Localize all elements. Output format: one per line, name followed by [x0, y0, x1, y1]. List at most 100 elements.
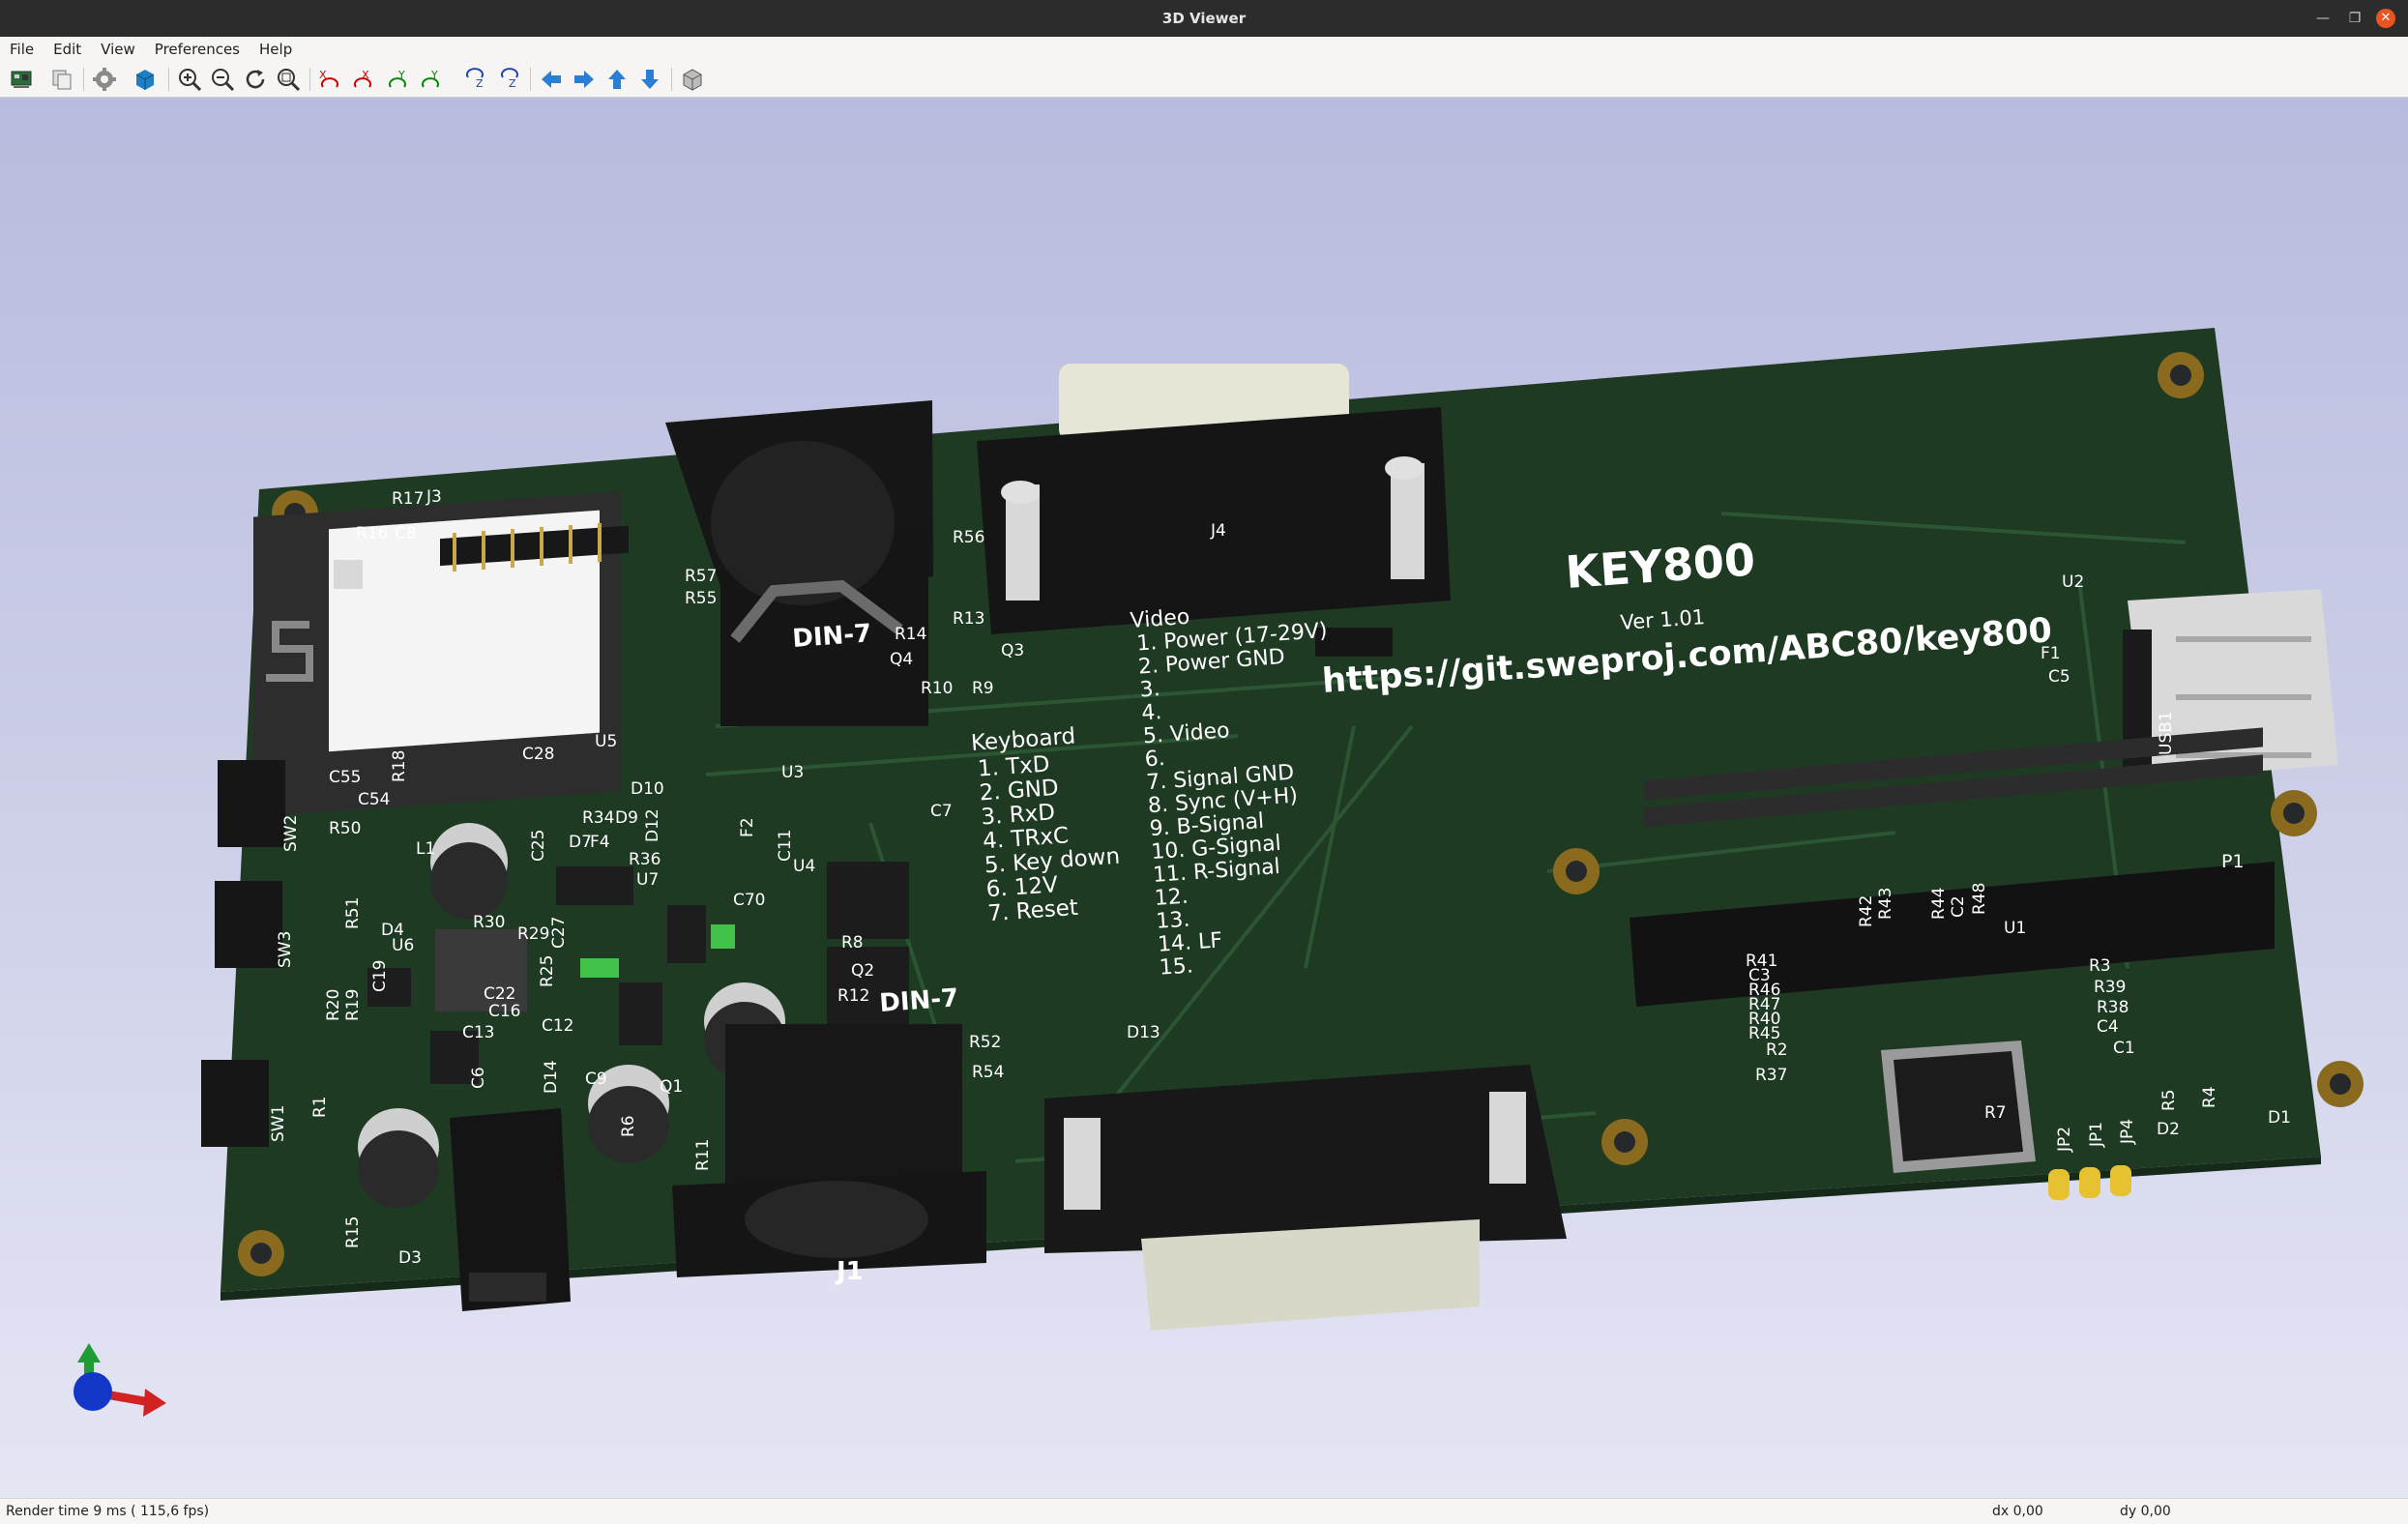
- menu-bar: File Edit View Preferences Help: [0, 37, 2408, 63]
- ref-label: R5: [2159, 1089, 2179, 1111]
- ref-label: R2: [1766, 1040, 1788, 1060]
- rotate-y-cw-icon[interactable]: Y: [385, 66, 412, 93]
- ref-label: R29: [517, 924, 549, 944]
- ref-label: C28: [522, 745, 555, 764]
- ref-label: R38: [2097, 998, 2129, 1017]
- ref-label: R18: [390, 750, 409, 782]
- j4-label: J4: [1210, 521, 1226, 541]
- rotate-x-cw-icon[interactable]: X: [317, 66, 344, 93]
- menu-help[interactable]: Help: [250, 37, 302, 62]
- j1-label: J1: [835, 1257, 864, 1286]
- ref-label: R9: [972, 679, 994, 698]
- ref-label: JP1: [2087, 1122, 2106, 1148]
- video-pin: 15.: [1159, 953, 1194, 980]
- ref-label: R36: [629, 850, 661, 869]
- ref-label: R25: [538, 955, 557, 987]
- reload-board-icon[interactable]: [8, 66, 35, 93]
- ref-label: R10: [921, 679, 953, 698]
- 3d-viewport[interactable]: KEY800 Ver 1.01 https://git.sweproj.com/…: [0, 98, 2408, 1498]
- ref-label: L1: [416, 839, 435, 859]
- maximize-icon[interactable]: ❐: [2345, 9, 2364, 28]
- video-pin: 13.: [1156, 908, 1191, 934]
- ref-label: SW3: [276, 931, 295, 968]
- refresh-icon[interactable]: [242, 66, 269, 93]
- ref-label: R17: [392, 489, 424, 509]
- ref-label: C2: [1949, 895, 1968, 918]
- ref-label: U3: [781, 763, 804, 782]
- toolbar: X X Y Y Z Z: [0, 62, 2408, 98]
- ref-label: C5: [2048, 667, 2070, 687]
- ref-label: U1: [2004, 919, 2026, 938]
- ref-label: D2: [2157, 1120, 2180, 1139]
- ref-label: R48: [1970, 883, 1989, 915]
- rotate-x-ccw-icon[interactable]: X: [348, 66, 375, 93]
- ref-label: R19: [343, 989, 363, 1021]
- db15-connector-d13: [1044, 1065, 1567, 1331]
- raytrace-icon[interactable]: [132, 66, 159, 93]
- ref-label: R50: [329, 819, 361, 838]
- ref-label: J3: [426, 487, 442, 507]
- rotate-y-ccw-icon[interactable]: Y: [416, 66, 443, 93]
- ref-label: C12: [542, 1016, 574, 1036]
- ref-label: JP4: [2118, 1119, 2137, 1145]
- render-settings-icon[interactable]: [91, 66, 118, 93]
- ref-label: R7: [1984, 1103, 2007, 1123]
- ref-label: D13: [1127, 1023, 1160, 1042]
- ref-label: C27: [549, 916, 569, 949]
- move-left-icon[interactable]: [538, 66, 565, 93]
- ref-label: C7: [930, 802, 953, 821]
- move-down-icon[interactable]: [636, 66, 663, 93]
- menu-file[interactable]: File: [0, 37, 44, 62]
- ortho-toggle-icon[interactable]: [679, 66, 706, 93]
- menu-preferences[interactable]: Preferences: [145, 37, 250, 62]
- zoom-fit-icon[interactable]: [275, 66, 302, 93]
- ref-label: R14: [895, 625, 926, 644]
- ref-label: D7: [569, 833, 592, 852]
- ref-label: Q2: [851, 961, 874, 981]
- ref-label: R8: [841, 933, 864, 952]
- ref-label: SW1: [269, 1105, 288, 1142]
- zoom-out-icon[interactable]: [209, 66, 236, 93]
- menu-view[interactable]: View: [91, 37, 145, 62]
- ic-u1-qfp: [1881, 1040, 2036, 1173]
- move-up-icon[interactable]: [603, 66, 631, 93]
- video-pin: 3.: [1139, 677, 1161, 702]
- ref-label: R13: [953, 609, 984, 629]
- ref-label: R44: [1929, 888, 1949, 920]
- close-icon[interactable]: ✕: [2376, 9, 2395, 28]
- rotate-z-cw-icon[interactable]: Z: [462, 66, 489, 93]
- ref-label: R56: [953, 528, 984, 547]
- svg-text:Z: Z: [476, 77, 484, 90]
- ref-label: R30: [473, 913, 505, 932]
- minimize-icon[interactable]: —: [2313, 9, 2333, 28]
- ref-label: F2: [738, 817, 757, 837]
- ref-label: C55: [329, 768, 362, 787]
- zoom-in-icon[interactable]: [176, 66, 203, 93]
- ref-label: R43: [1876, 888, 1895, 920]
- ref-label: U4: [793, 857, 815, 876]
- video-pin: 14. LF: [1157, 928, 1222, 957]
- menu-edit[interactable]: Edit: [44, 37, 91, 62]
- axis-gizmo: [73, 1343, 166, 1417]
- ref-label: R3: [2089, 956, 2111, 976]
- ref-label: C22: [484, 984, 516, 1004]
- svg-text:Z: Z: [509, 77, 516, 90]
- toolbar-separator: [83, 68, 84, 91]
- toolbar-separator: [530, 68, 531, 91]
- copy-image-icon[interactable]: [48, 66, 75, 93]
- video-pin: 6.: [1144, 747, 1166, 772]
- ref-label: C16: [488, 1002, 521, 1021]
- rotate-z-ccw-icon[interactable]: Z: [495, 66, 522, 93]
- ref-label: R52: [969, 1033, 1001, 1052]
- ref-label: C8: [395, 524, 417, 543]
- ref-label: R1: [310, 1096, 330, 1118]
- ref-label: R15: [343, 1216, 363, 1248]
- ref-label: Q3: [1001, 641, 1024, 660]
- ref-label: R57: [685, 567, 717, 586]
- ref-label: C6: [469, 1067, 488, 1089]
- ref-label: U6: [392, 936, 414, 955]
- dy-status: dy 0,00: [2120, 1504, 2171, 1519]
- ref-label: R34: [582, 808, 614, 828]
- move-right-icon[interactable]: [571, 66, 598, 93]
- ref-label: C70: [733, 891, 766, 910]
